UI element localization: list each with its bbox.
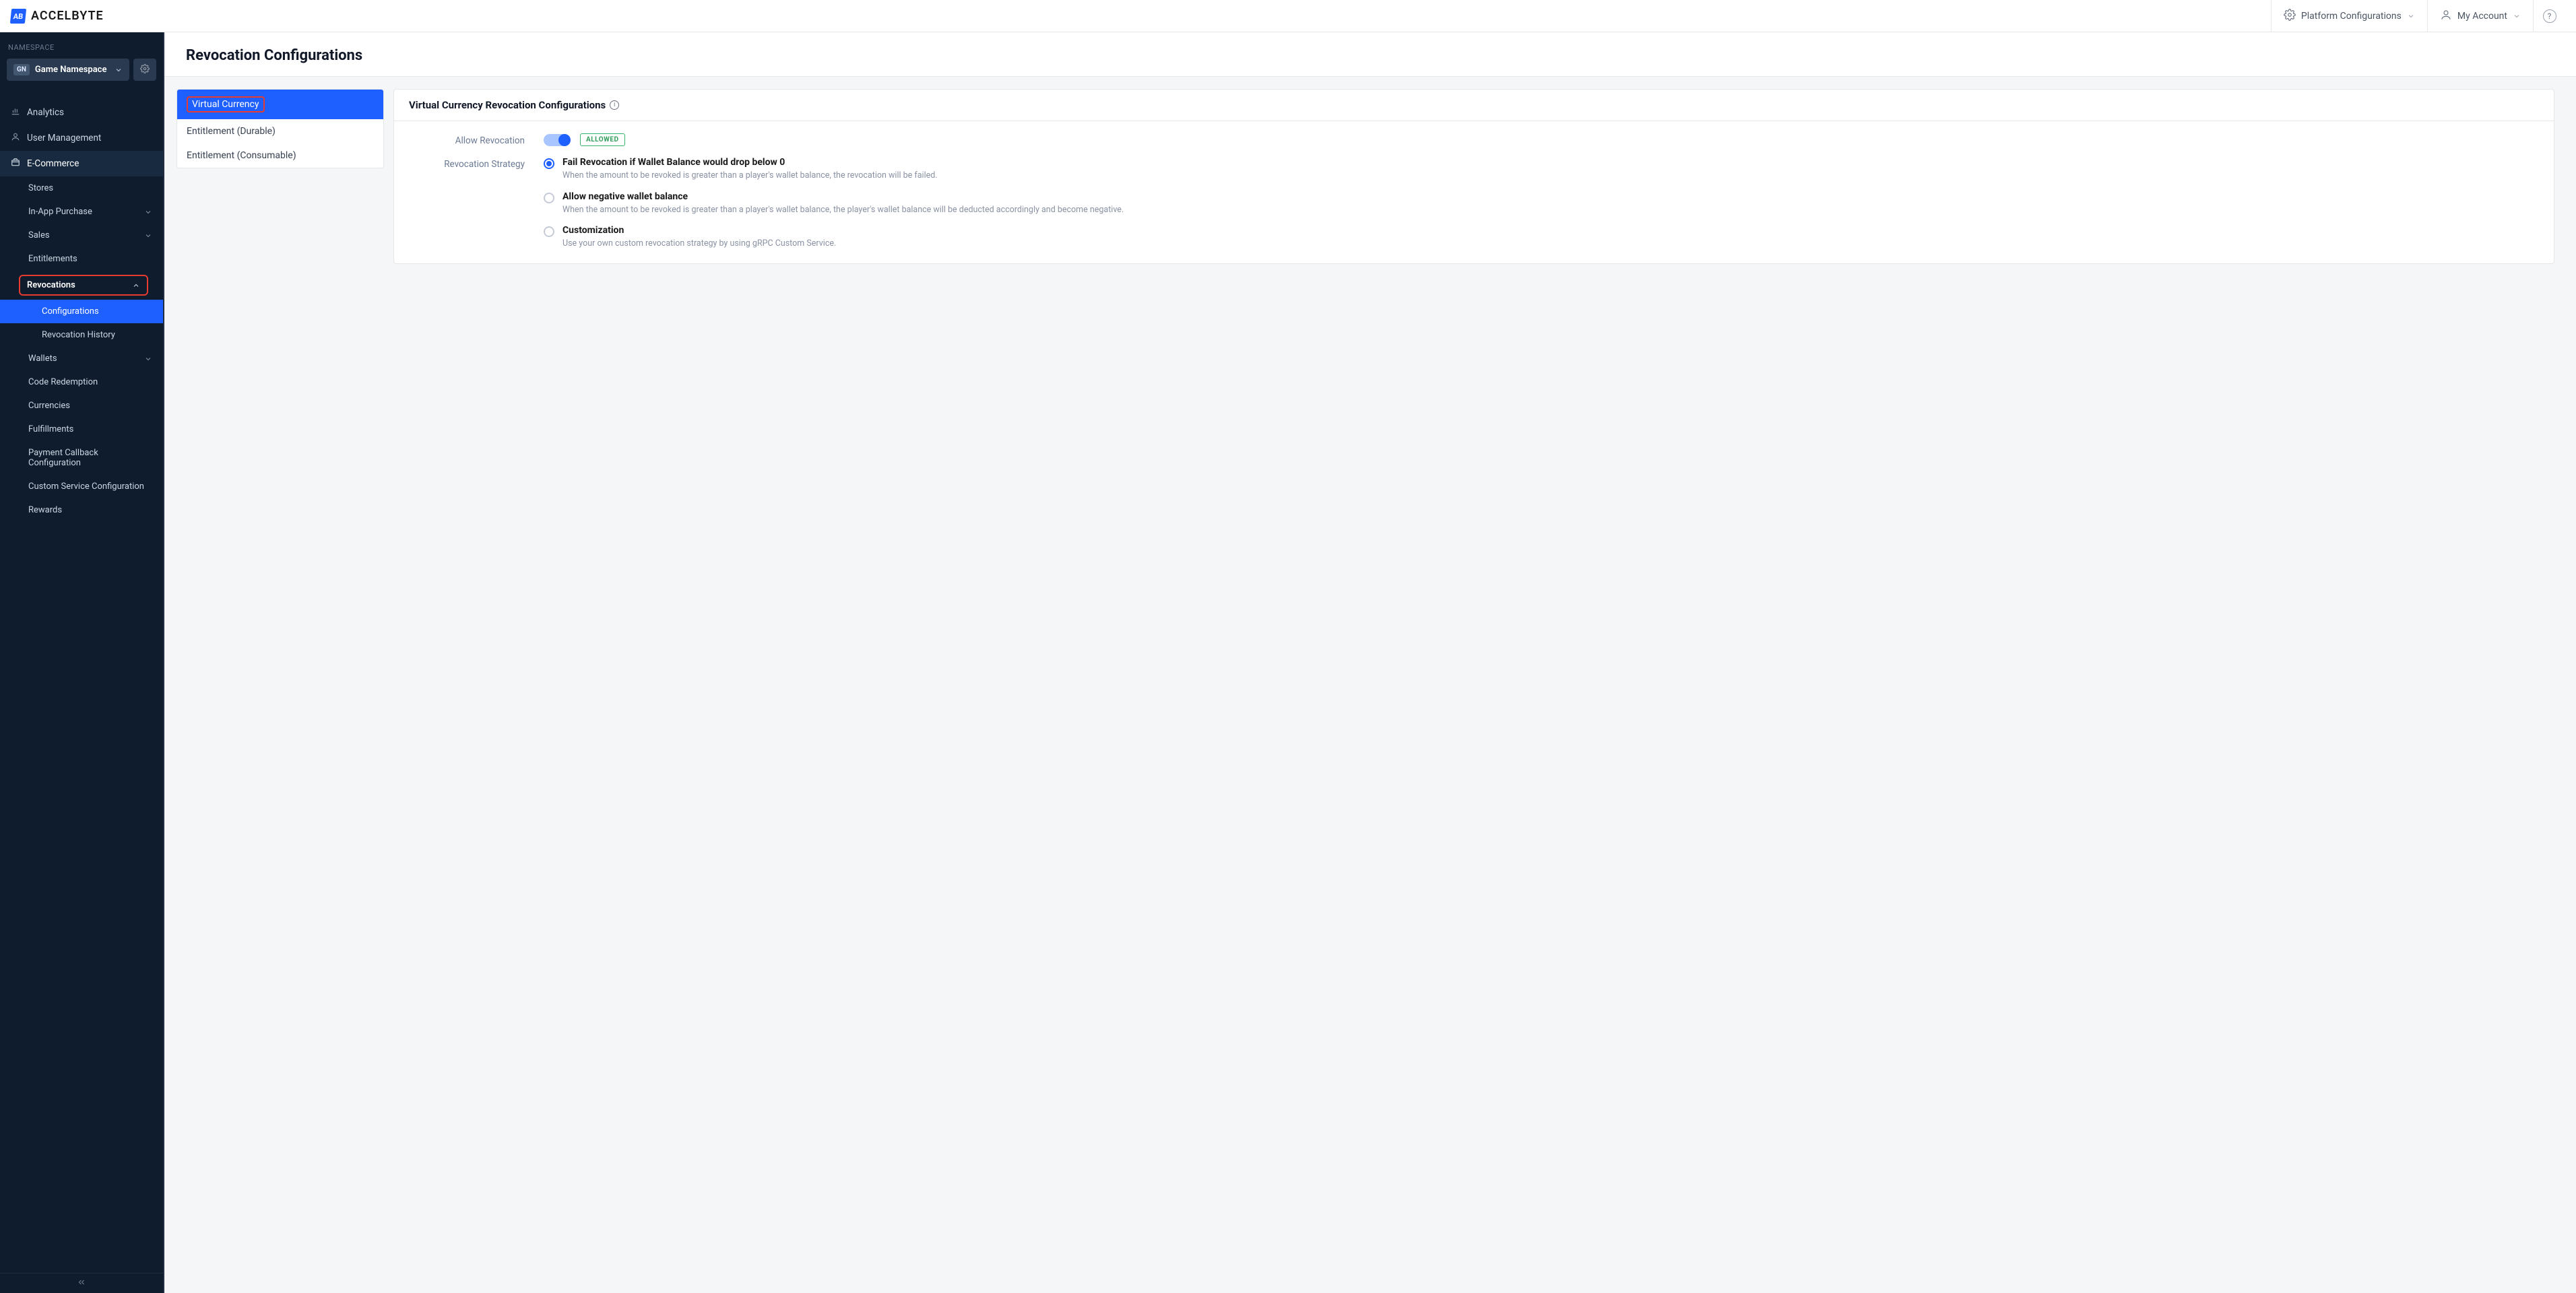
shop-icon [11,158,20,170]
tab-entitlement-durable[interactable]: Entitlement (Durable) [177,119,383,143]
brand-name: ACCELBYTE [31,9,104,23]
sidebar-item-label: Revocation History [42,330,115,340]
chevron-up-icon [132,281,140,290]
chevron-down-icon [144,208,152,216]
sidebar-item-user-management[interactable]: User Management [0,125,163,151]
sidebar-item-analytics[interactable]: Analytics [0,100,163,125]
chevron-down-icon [2407,12,2415,20]
radio-title: Fail Revocation if Wallet Balance would … [562,157,2539,168]
radio-icon [544,226,554,237]
allow-revocation-label: Allow Revocation [409,133,544,146]
tab-label: Entitlement (Durable) [187,126,276,137]
chevron-down-icon [144,355,152,363]
help-icon: ? [2543,9,2556,23]
sidebar-item-label: Currencies [28,401,70,411]
sidebar-item-payment-callback-config[interactable]: Payment Callback Configuration [0,441,163,475]
radio-description: Use your own custom revocation strategy … [562,238,2539,250]
sidebar-item-label: Analytics [27,107,64,118]
sidebar-item-currencies[interactable]: Currencies [0,394,163,418]
revocation-tab-list: Virtual Currency Entitlement (Durable) E… [176,89,384,168]
namespace-badge: GN [13,64,30,75]
allowed-status-badge: ALLOWED [580,133,625,146]
namespace-heading: NAMESPACE [0,32,163,59]
sidebar-item-configurations[interactable]: Configurations [0,300,163,323]
my-account-button[interactable]: My Account [2427,0,2533,32]
sidebar-item-label: Wallets [28,354,57,364]
chevron-down-icon [115,66,123,74]
page-title: Revocation Configurations [186,47,2554,64]
sidebar-item-in-app-purchase[interactable]: In-App Purchase [0,200,163,224]
tab-entitlement-consumable[interactable]: Entitlement (Consumable) [177,143,383,168]
revocation-strategy-label: Revocation Strategy [409,157,544,170]
radio-option-fail-below-zero[interactable]: Fail Revocation if Wallet Balance would … [544,157,2539,182]
sidebar-item-rewards[interactable]: Rewards [0,498,163,522]
user-icon [2440,9,2452,24]
sidebar-item-label: Stores [28,183,53,193]
revocation-strategy-radio-group: Fail Revocation if Wallet Balance would … [544,157,2539,250]
radio-icon [544,193,554,203]
sidebar-item-label: Configurations [42,306,99,317]
brand: AB ACCELBYTE [11,9,104,24]
brand-logo-icon: AB [10,9,26,24]
radio-description: When the amount to be revoked is greater… [562,204,2539,216]
sidebar-item-revocations[interactable]: Revocations [0,275,163,296]
sidebar-item-revocation-history[interactable]: Revocation History [0,323,163,347]
panel-title: Virtual Currency Revocation Configuratio… [409,99,606,111]
namespace-selector[interactable]: GN Game Namespace [7,59,129,81]
chevron-down-icon [2513,12,2521,20]
allow-revocation-toggle[interactable] [544,134,571,146]
sidebar-item-fulfillments[interactable]: Fulfillments [0,418,163,441]
radio-icon [544,158,554,169]
topbar: AB ACCELBYTE Platform Configurations My … [0,0,2576,32]
namespace-name: Game Namespace [35,65,109,75]
sidebar-item-label: Code Redemption [28,377,98,387]
radio-option-customization[interactable]: Customization Use your own custom revoca… [544,225,2539,250]
sidebar-item-custom-service-config[interactable]: Custom Service Configuration [0,475,163,498]
sidebar-item-label: User Management [27,133,101,143]
page-header: Revocation Configurations [164,32,2576,77]
sidebar-item-label: Sales [28,230,50,240]
sidebar-item-wallets[interactable]: Wallets [0,347,163,370]
configuration-panel: Virtual Currency Revocation Configuratio… [393,89,2554,264]
sidebar-item-stores[interactable]: Stores [0,176,163,200]
sidebar-item-code-redemption[interactable]: Code Redemption [0,370,163,394]
tab-virtual-currency[interactable]: Virtual Currency [177,90,383,119]
sidebar-item-label: In-App Purchase [28,207,92,217]
topbar-right: Platform Configurations My Account ? [2271,0,2565,32]
gear-icon [2284,9,2296,24]
chevron-down-icon [144,232,152,240]
tab-label: Entitlement (Consumable) [187,150,296,161]
namespace-settings-button[interactable] [133,59,156,81]
chevron-double-left-icon [77,1278,86,1290]
radio-title: Customization [562,225,2539,236]
help-button[interactable]: ? [2533,0,2565,32]
radio-option-allow-negative[interactable]: Allow negative wallet balance When the a… [544,191,2539,216]
main-content: Revocation Configurations Virtual Curren… [164,32,2576,1293]
radio-description: When the amount to be revoked is greater… [562,170,2539,182]
sidebar-item-label: Fulfillments [28,424,73,434]
sidebar: NAMESPACE GN Game Namespace [0,32,164,1293]
sidebar-item-ecommerce[interactable]: E-Commerce [0,151,163,176]
toggle-knob [558,134,571,146]
sidebar-item-label: Custom Service Configuration [28,482,144,492]
sidebar-item-sales[interactable]: Sales [0,224,163,247]
info-icon[interactable]: i [610,100,619,110]
sidebar-item-entitlements[interactable]: Entitlements [0,247,163,271]
platform-configurations-label: Platform Configurations [2301,11,2402,22]
sidebar-item-label: E-Commerce [27,158,79,169]
my-account-label: My Account [2457,11,2507,22]
sidebar-item-label: Payment Callback Configuration [28,448,152,468]
gear-icon [140,64,150,76]
sidebar-item-label: Rewards [28,505,62,515]
platform-configurations-button[interactable]: Platform Configurations [2271,0,2427,32]
bar-chart-icon [11,106,20,119]
sidebar-item-label: Revocations [27,280,75,290]
radio-title: Allow negative wallet balance [562,191,2539,202]
user-icon [11,132,20,144]
tab-label: Virtual Currency [187,96,265,112]
sidebar-collapse-button[interactable] [0,1273,163,1293]
sidebar-item-label: Entitlements [28,254,77,264]
